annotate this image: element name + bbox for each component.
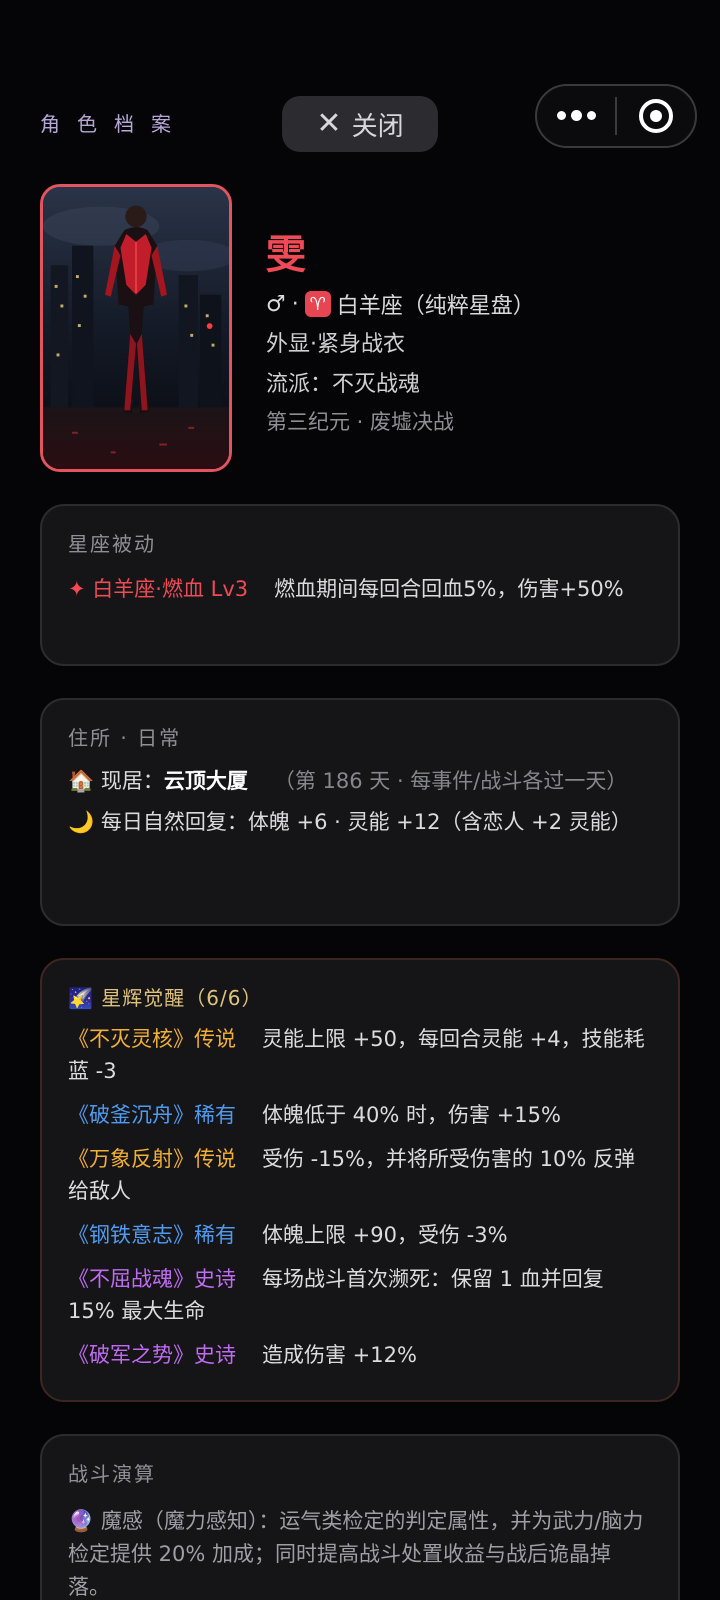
card-title: 星座被动 (68, 532, 156, 556)
close-button[interactable]: ✕ 关闭 (282, 96, 438, 152)
awakening-item: 《破釜沉舟》稀有 体魄低于 40% 时，伤害 +15% (68, 1099, 652, 1131)
awakening-item-desc: 体魄低于 40% 时，伤害 +15% (262, 1103, 561, 1127)
awakening-item: 《破军之势》史诗 造成伤害 +12% (68, 1339, 652, 1371)
awakening-header: 🌠 星辉觉醒（6/6） (68, 982, 652, 1011)
passive-label: ✦ 白羊座·燃血 Lv3 (68, 577, 249, 601)
shooting-star-icon: 🌠 (68, 986, 94, 1010)
awakening-item-name: 《万象反射》传说 (68, 1147, 236, 1171)
awakening-item: 《不灭灵核》传说 灵能上限 +50，每回合灵能 +4，技能耗蓝 -3 (68, 1023, 652, 1087)
awakening-item-name: 《不灭灵核》传说 (68, 1027, 236, 1051)
residence-place: 云顶大厦 (163, 769, 248, 793)
passive-desc: 燃血期间每回合回血5%，伤害+50% (274, 577, 624, 601)
male-icon: ♂ (266, 291, 286, 317)
awakening-item: 《钢铁意志》稀有 体魄上限 +90，受伤 -3% (68, 1219, 652, 1251)
era-text: 第三纪元 · 废墟决战 (266, 410, 455, 434)
residence-line: 🏠 现居：云顶大厦 （第 186 天 · 每事件/战斗各过一天） (68, 765, 652, 798)
awakening-item-name: 《不屈战魂》史诗 (68, 1267, 236, 1291)
awakening-item-name: 《钢铁意志》稀有 (68, 1223, 236, 1247)
exit-miniprogram-icon[interactable] (617, 99, 695, 133)
zodiac-line: ♂ · ♈ 白羊座（纯粹星盘） (266, 288, 535, 320)
character-portrait (40, 184, 232, 472)
awakening-title: 星辉觉醒（6/6） (101, 986, 263, 1010)
awakening-item-name: 《破釜沉舟》稀有 (68, 1103, 236, 1127)
passive-body: ✦ 白羊座·燃血 Lv3 燃血期间每回合回血5%，伤害+50% (68, 573, 652, 606)
profile-page: 角色档案 ✕ 关闭 雯 ♂ · ♈ 白羊座（纯粹星盘） 外显·紧身战衣 流派：不… (0, 0, 720, 1600)
awakening-item: 《万象反射》传说 受伤 -15%，并将所受伤害的 10% 反弹给敌人 (68, 1143, 652, 1207)
battle-calc-body: 🔮 魔感（魔力感知）：运气类检定的判定属性，并为武力/脑力检定提供 20% 加成… (68, 1505, 652, 1600)
star-awakening-card: 🌠 星辉觉醒（6/6） 《不灭灵核》传说 灵能上限 +50，每回合灵能 +4，技能… (40, 958, 680, 1402)
awakening-item-name: 《破军之势》史诗 (68, 1343, 236, 1367)
close-label: 关闭 (351, 111, 404, 142)
portrait-image (43, 187, 229, 469)
residence-card: 住所 · 日常 🏠 现居：云顶大厦 （第 186 天 · 每事件/战斗各过一天） … (40, 698, 680, 926)
zodiac-passive-card: 星座被动 ✦ 白羊座·燃血 Lv3 燃血期间每回合回血5%，伤害+50% (40, 504, 680, 666)
awakening-item: 《不屈战魂》史诗 每场战斗首次濒死：保留 1 血并回复 15% 最大生命 (68, 1263, 652, 1327)
zodiac-separator: · (291, 291, 299, 317)
character-name: 雯 (266, 232, 306, 278)
battle-calc-text: 魔感（魔力感知）：运气类检定的判定属性，并为武力/脑力检定提供 20% 加成；同… (68, 1509, 644, 1599)
crystal-ball-icon: 🔮 (68, 1509, 95, 1533)
awakening-item-desc: 体魄上限 +90，受伤 -3% (262, 1223, 508, 1247)
moon-icon: 🌙 (68, 810, 95, 834)
residence-note: （第 186 天 · 每事件/战斗各过一天） (273, 769, 628, 793)
school-text: 流派：不灭战魂 (266, 372, 421, 397)
daily-recovery-text: 每日自然回复：体魄 +6 · 灵能 +12（含恋人 +2 灵能） (100, 810, 632, 834)
more-icon[interactable] (537, 110, 615, 121)
page-title: 角色档案 (40, 112, 188, 136)
zodiac-text: 白羊座（纯粹星盘） (336, 294, 535, 319)
aries-icon: ♈ (304, 291, 331, 317)
card-title: 战斗演算 (68, 1462, 156, 1486)
miniprogram-capsule (535, 84, 697, 148)
residence-prefix: 现居： (100, 769, 164, 793)
outfit-text: 外显·紧身战衣 (266, 332, 405, 357)
close-icon: ✕ (316, 106, 342, 141)
card-title: 住所 · 日常 (68, 726, 182, 750)
house-icon: 🏠 (68, 769, 95, 793)
battle-calc-card: 战斗演算 🔮 魔感（魔力感知）：运气类检定的判定属性，并为武力/脑力检定提供 2… (40, 1434, 680, 1600)
daily-recovery-line: 🌙 每日自然回复：体魄 +6 · 灵能 +12（含恋人 +2 灵能） (68, 806, 652, 839)
awakening-item-desc: 造成伤害 +12% (262, 1343, 417, 1367)
